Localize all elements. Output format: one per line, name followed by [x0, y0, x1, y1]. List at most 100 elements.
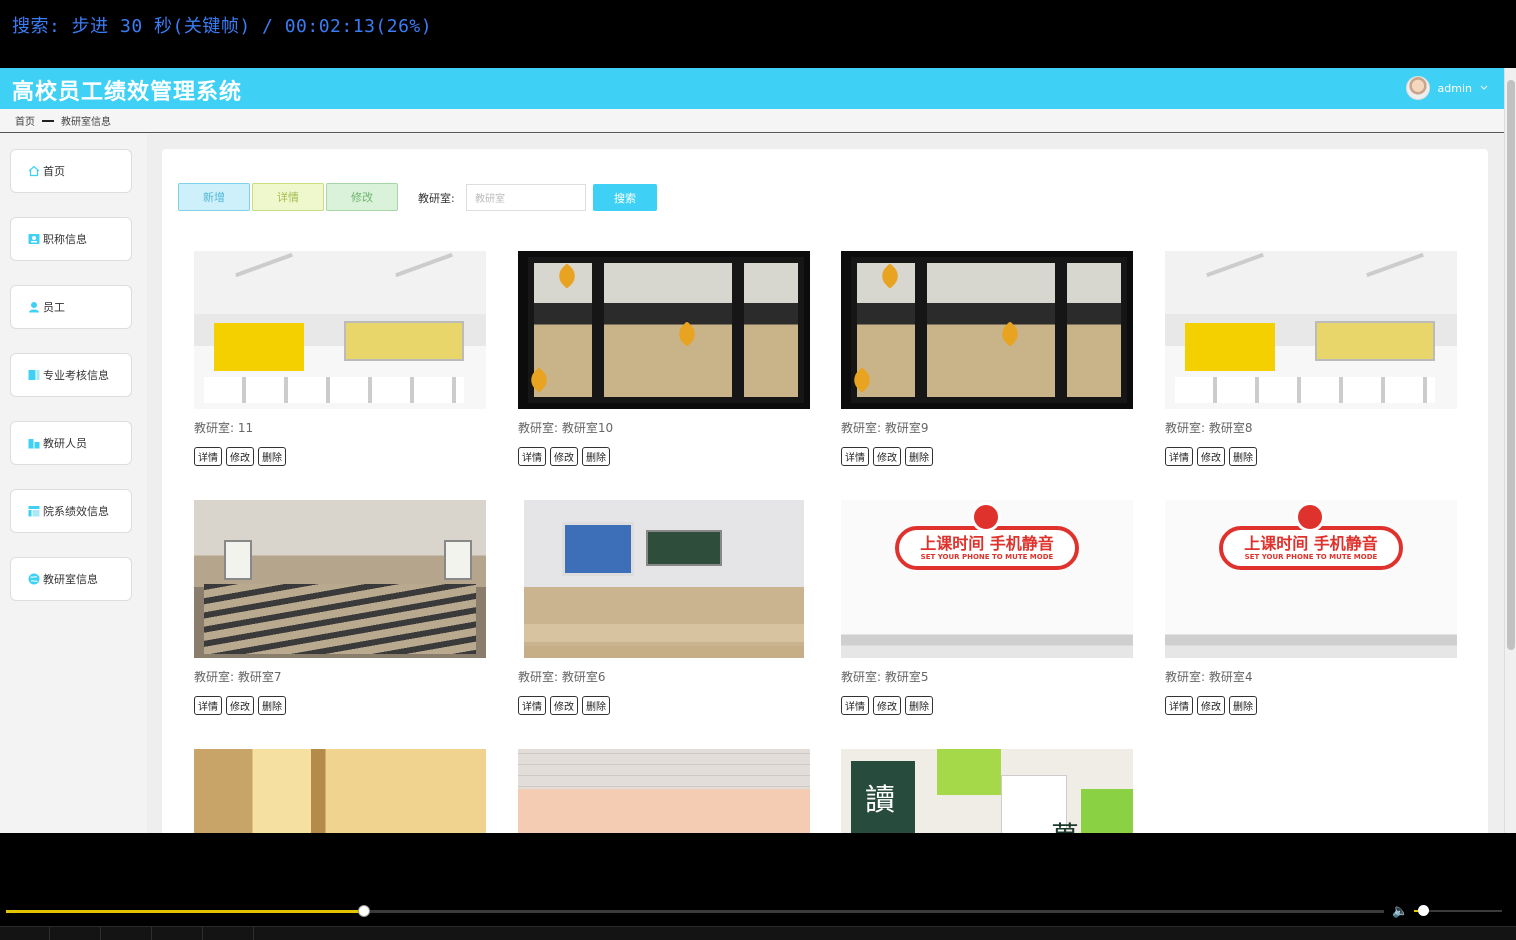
control-slot[interactable] [51, 927, 101, 940]
card-detail-button[interactable]: 详情 [194, 696, 222, 715]
card-delete-button[interactable]: 删除 [905, 447, 933, 466]
card-detail-button[interactable]: 详情 [1165, 696, 1193, 715]
poster-character: 讀 [865, 783, 895, 818]
card: 教研室: 教研室7 详情 修改 删除 [194, 500, 486, 715]
card-delete-button[interactable]: 删除 [905, 696, 933, 715]
sidebar-item-research-office-info[interactable]: 教研室信息 [10, 557, 132, 601]
card-delete-button[interactable]: 删除 [258, 447, 286, 466]
card-image[interactable] [518, 251, 810, 409]
sidebar-item-staff[interactable]: 员工 [10, 285, 132, 329]
card-label: 教研室: 教研室7 [194, 670, 282, 684]
card [518, 749, 810, 833]
card-label: 教研室: 教研室5 [841, 670, 929, 684]
card-image[interactable] [841, 251, 1133, 409]
card-detail-button[interactable]: 详情 [194, 447, 222, 466]
card-image[interactable] [518, 749, 810, 833]
seek-progress [6, 910, 365, 913]
card-image[interactable] [1165, 251, 1457, 409]
card-image[interactable]: 上课时间 手机静音 SET YOUR PHONE TO MUTE MODE [841, 500, 1133, 658]
card-delete-button[interactable]: 删除 [582, 447, 610, 466]
sign-main-text: 上课时间 手机静音 [920, 534, 1054, 553]
card: 讀 萬 [841, 749, 1133, 833]
sidebar-item-label: 院系绩效信息 [43, 505, 109, 518]
card-label: 教研室: 教研室10 [518, 421, 614, 435]
card-delete-button[interactable]: 删除 [582, 696, 610, 715]
bear-icon [971, 502, 1001, 532]
card-edit-button[interactable]: 修改 [873, 696, 901, 715]
sidebar-item-professional-assessment[interactable]: 专业考核信息 [10, 353, 132, 397]
avatar[interactable] [1405, 76, 1430, 100]
card-detail-button[interactable]: 详情 [518, 696, 546, 715]
search-button[interactable]: 搜索 [593, 184, 657, 211]
card-image[interactable]: 上课时间 手机静音 SET YOUR PHONE TO MUTE MODE [1165, 500, 1457, 658]
sign-sub-text: SET YOUR PHONE TO MUTE MODE [1244, 553, 1378, 561]
breadcrumb-home[interactable]: 首页 [15, 113, 35, 128]
add-button[interactable]: 新增 [178, 183, 250, 211]
control-slot[interactable] [153, 927, 203, 940]
globe-icon [28, 573, 40, 585]
bear-icon [1295, 502, 1325, 532]
card-edit-button[interactable]: 修改 [226, 447, 254, 466]
vertical-scrollbar[interactable] [1504, 68, 1516, 833]
sidebar-item-label: 专业考核信息 [43, 369, 109, 382]
user-name[interactable]: admin [1438, 82, 1472, 95]
app-title: 高校员工绩效管理系统 [12, 80, 243, 105]
card-label: 教研室: 教研室4 [1165, 670, 1253, 684]
building-icon [28, 439, 40, 449]
breadcrumb: 首页 教研室信息 [0, 109, 1504, 133]
card-edit-button[interactable]: 修改 [226, 696, 254, 715]
poster-character: 萬 [1051, 815, 1079, 833]
user-menu[interactable]: admin [1405, 76, 1488, 100]
card: 上课时间 手机静音 SET YOUR PHONE TO MUTE MODE 教研室… [841, 500, 1133, 715]
sidebar-item-home[interactable]: 首页 [10, 149, 132, 193]
card-image[interactable] [194, 251, 486, 409]
card-detail-button[interactable]: 详情 [841, 696, 869, 715]
card-delete-button[interactable]: 删除 [258, 696, 286, 715]
sidebar-item-label: 教研室信息 [43, 573, 98, 586]
detail-button[interactable]: 详情 [252, 183, 324, 211]
sidebar-item-title-info[interactable]: 职称信息 [10, 217, 132, 261]
chart-icon [28, 506, 40, 517]
card-image[interactable] [194, 500, 486, 658]
breadcrumb-current: 教研室信息 [61, 117, 111, 128]
sign-main-text: 上课时间 手机静音 [1244, 534, 1378, 553]
volume-handle[interactable] [1417, 905, 1429, 916]
card-image[interactable] [194, 749, 486, 833]
scrollbar-thumb[interactable] [1507, 80, 1515, 650]
card-image[interactable] [518, 500, 810, 658]
chevron-down-icon[interactable] [1480, 85, 1488, 91]
control-slot[interactable] [102, 927, 152, 940]
book-icon [28, 370, 40, 380]
card-delete-button[interactable]: 删除 [1229, 447, 1257, 466]
card-delete-button[interactable]: 删除 [1229, 696, 1257, 715]
card-detail-button[interactable]: 详情 [518, 447, 546, 466]
id-card-icon [28, 234, 40, 244]
home-icon [28, 165, 40, 177]
sidebar-item-research-staff[interactable]: 教研人员 [10, 421, 132, 465]
user-icon [29, 302, 39, 313]
card-edit-button[interactable]: 修改 [1197, 447, 1225, 466]
card: 教研室: 教研室9 详情 修改 删除 [841, 251, 1133, 466]
card: 教研室: 11 详情 修改 删除 [194, 251, 486, 466]
card: 教研室: 教研室6 详情 修改 删除 [518, 500, 810, 715]
sidebar-item-label: 教研人员 [43, 437, 87, 450]
edit-button[interactable]: 修改 [326, 183, 398, 211]
seek-bar[interactable] [6, 905, 1384, 917]
card-detail-button[interactable]: 详情 [1165, 447, 1193, 466]
card-image[interactable]: 讀 萬 [841, 749, 1133, 833]
volume-slider[interactable] [1414, 905, 1502, 916]
control-slot[interactable] [204, 927, 254, 940]
card-detail-button[interactable]: 详情 [841, 447, 869, 466]
card-edit-button[interactable]: 修改 [1197, 696, 1225, 715]
card: 上课时间 手机静音 SET YOUR PHONE TO MUTE MODE 教研室… [1165, 500, 1457, 715]
card: 教研室: 教研室10 详情 修改 删除 [518, 251, 810, 466]
seek-handle[interactable] [358, 905, 371, 917]
sidebar-item-department-performance[interactable]: 院系绩效信息 [10, 489, 132, 533]
sign-sub-text: SET YOUR PHONE TO MUTE MODE [920, 553, 1054, 561]
card-edit-button[interactable]: 修改 [873, 447, 901, 466]
card-edit-button[interactable]: 修改 [550, 696, 578, 715]
volume-icon[interactable]: 🔈 [1392, 904, 1408, 919]
control-slot[interactable] [0, 927, 50, 940]
card-edit-button[interactable]: 修改 [550, 447, 578, 466]
search-input[interactable]: 教研室 [466, 184, 586, 211]
